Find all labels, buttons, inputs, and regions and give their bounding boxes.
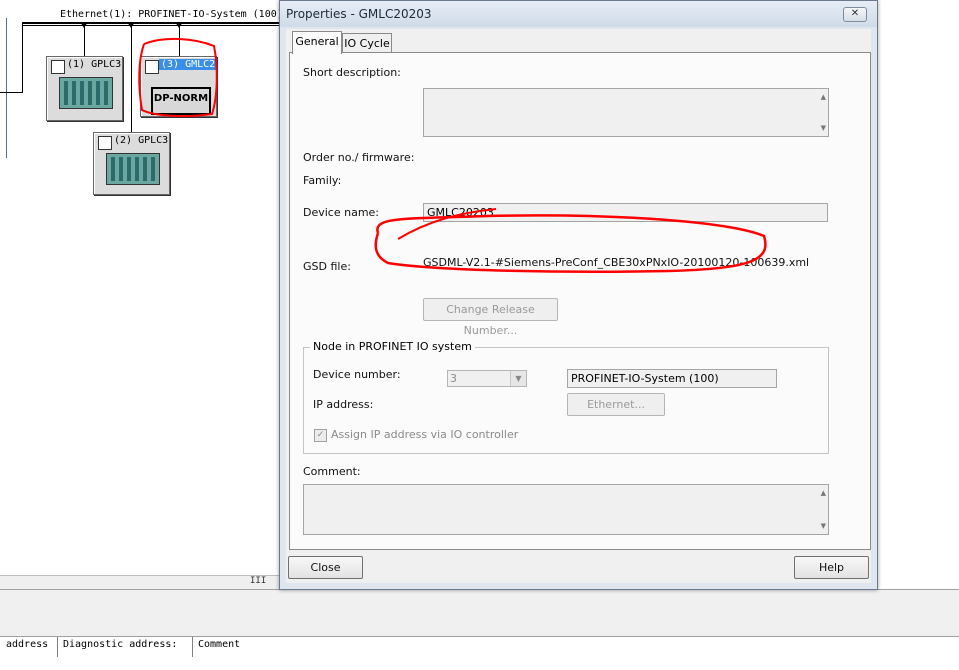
dp-norm-module[interactable]: DP-NORM [151, 87, 211, 115]
col-divider[interactable] [57, 637, 58, 657]
device-number-select[interactable]: 3 ▼ [447, 370, 527, 387]
station-1[interactable]: (1) GPLC3 [46, 56, 123, 121]
ethernet-bus[interactable] [22, 22, 280, 24]
device-number-value: 3 [450, 372, 457, 385]
node-group-title: Node in PROFINET IO system [310, 340, 475, 353]
detail-table-header: address Diagnostic address: Comment [0, 636, 959, 657]
station-3[interactable]: (3) GMLC2 DP-NORM [140, 56, 218, 117]
comment-label: Comment: [303, 465, 361, 478]
station-2[interactable]: (2) GPLC3 [93, 132, 170, 195]
station-1-name: (1) GPLC3 [67, 59, 122, 70]
device-name-field[interactable]: GMLC20203 [423, 203, 828, 222]
left-rail [6, 18, 7, 158]
scroll-up-icon[interactable]: ▲ [821, 93, 826, 101]
drop-marker-3 [175, 22, 183, 28]
device-icon [145, 60, 159, 74]
device-number-label: Device number: [313, 368, 401, 381]
short-description-field[interactable]: ▲ ▼ [423, 88, 829, 137]
tab-general[interactable]: General [292, 31, 342, 54]
scroll-grip[interactable]: III [250, 576, 266, 586]
scroll-down-icon[interactable]: ▼ [821, 124, 826, 132]
gsd-file-value: GSDML-V2.1-#Siemens-PreConf_CBE30xPNxIO-… [423, 256, 810, 269]
family-label: Family: [303, 174, 342, 187]
comment-field[interactable]: ▲ ▼ [303, 484, 829, 535]
close-icon[interactable]: ✕ [843, 7, 867, 22]
col-comment[interactable]: Comment [198, 639, 240, 650]
short-description-label: Short description: [303, 66, 401, 79]
change-release-button[interactable]: Change Release Number... [423, 298, 558, 337]
bus-label: Ethernet(1): PROFINET-IO-System (100) [60, 9, 283, 20]
properties-dialog: Properties - GMLC20203 ✕ General IO Cycl… [279, 0, 878, 590]
dialog-title: Properties - GMLC20203 [286, 7, 432, 21]
drop-marker-2 [127, 22, 135, 28]
assign-ip-checkbox[interactable]: ✓ [314, 429, 327, 442]
scroll-up-icon[interactable]: ▲ [821, 489, 826, 497]
dialog-titlebar[interactable]: Properties - GMLC20203 ✕ [280, 1, 877, 27]
left-connector [0, 92, 22, 93]
device-icon [51, 60, 65, 74]
general-tab-panel: Short description: ▲ ▼ Order no./ firmwa… [289, 52, 871, 550]
col-diagnostic-address[interactable]: Diagnostic address: [63, 639, 177, 650]
station-3-name: (3) GMLC2 [159, 59, 218, 70]
order-no-label: Order no./ firmware: [303, 151, 415, 164]
drop-1 [84, 24, 85, 56]
rack-icon [59, 77, 113, 109]
station-2-name: (2) GPLC3 [114, 135, 169, 146]
device-icon [98, 136, 112, 150]
drop-3 [179, 24, 180, 56]
ethernet-bus-shadow [22, 25, 280, 26]
ethernet-button[interactable]: Ethernet... [567, 393, 665, 416]
left-drop [22, 24, 23, 93]
dialog-client: General IO Cycle Short description: ▲ ▼ … [286, 29, 871, 583]
help-button[interactable]: Help [794, 556, 869, 579]
device-name-label: Device name: [303, 206, 380, 219]
ip-address-label: IP address: [313, 398, 374, 411]
col-address[interactable]: address [6, 639, 48, 650]
close-button[interactable]: Close [288, 556, 363, 579]
drop-marker-1 [80, 22, 88, 28]
col-divider[interactable] [192, 637, 193, 657]
horizontal-scrollbar[interactable]: III [0, 575, 282, 589]
chevron-down-icon[interactable]: ▼ [510, 371, 526, 386]
node-group: Node in PROFINET IO system Device number… [303, 340, 829, 454]
tab-io-cycle[interactable]: IO Cycle [342, 33, 392, 54]
scroll-down-icon[interactable]: ▼ [821, 522, 826, 530]
drop-2 [131, 24, 132, 132]
gsd-file-label: GSD file: [303, 260, 351, 273]
assign-ip-label: Assign IP address via IO controller [331, 428, 519, 441]
rack-icon [106, 153, 160, 185]
io-system-field: PROFINET-IO-System (100) [567, 369, 777, 388]
